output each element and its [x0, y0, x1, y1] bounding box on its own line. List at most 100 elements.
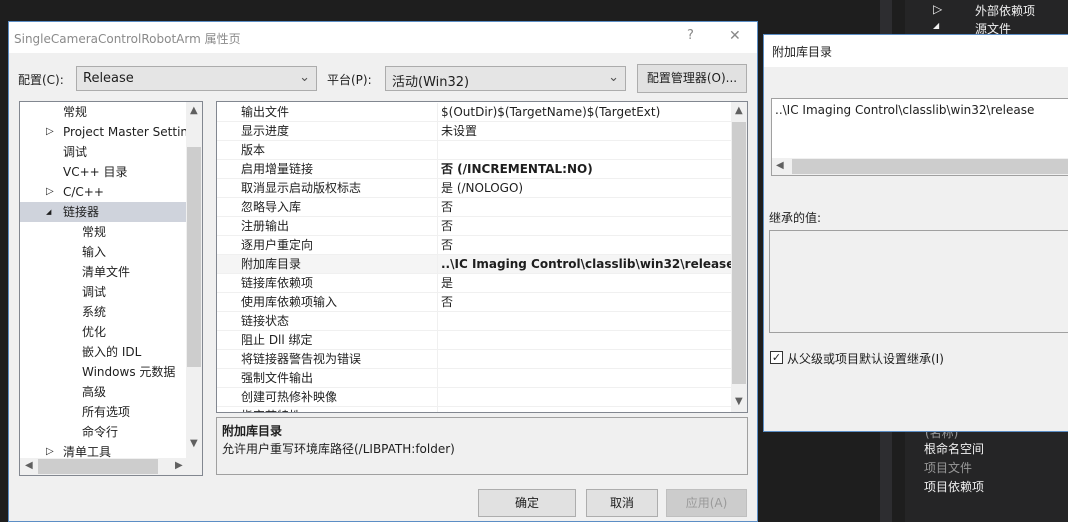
tree-item[interactable]: 常规 — [20, 102, 186, 122]
tree-item[interactable]: 命令行 — [20, 422, 186, 442]
property-project-file[interactable]: 项目文件 — [924, 459, 972, 476]
property-value[interactable]: 是 (/NOLOGO) — [441, 179, 731, 198]
collapse-icon[interactable]: ◢ — [46, 202, 51, 222]
tree-item[interactable]: 输入 — [20, 242, 186, 262]
property-row[interactable]: 版本 — [217, 141, 731, 160]
cancel-button[interactable]: 取消 — [586, 489, 658, 517]
property-row[interactable]: 忽略导入库 否 — [217, 198, 731, 217]
scroll-down-icon[interactable]: ▼ — [735, 396, 743, 407]
ok-button[interactable]: 确定 — [478, 489, 576, 517]
scroll-up-icon[interactable]: ▲ — [190, 105, 198, 116]
tree-item[interactable]: 调试 — [20, 282, 186, 302]
tree-item-label: VC++ 目录 — [63, 165, 128, 179]
tree-item[interactable]: 优化 — [20, 322, 186, 342]
tree-item[interactable]: 系统 — [20, 302, 186, 322]
tree-item[interactable]: 常规 — [20, 222, 186, 242]
property-row[interactable]: 强制文件输出 — [217, 369, 731, 388]
column-divider — [437, 198, 438, 216]
property-value[interactable]: 未设置 — [441, 122, 731, 141]
property-row[interactable]: 创建可热修补映像 — [217, 388, 731, 407]
property-row[interactable]: 输出文件 $(OutDir)$(TargetName)$(TargetExt) — [217, 103, 731, 122]
property-row[interactable]: 阻止 Dll 绑定 — [217, 331, 731, 350]
lib-dirs-textbox[interactable]: ..\IC Imaging Control\classlib\win32\rel… — [771, 98, 1068, 176]
property-name: 附加库目录 — [241, 257, 302, 271]
scroll-thumb[interactable] — [187, 147, 201, 367]
property-name: 启用增量链接 — [241, 162, 314, 176]
property-name: 指定节特性 — [241, 407, 301, 412]
property-root-namespace[interactable]: 根命名空间 — [924, 440, 984, 457]
scroll-down-icon[interactable]: ▼ — [190, 438, 198, 449]
column-divider — [437, 122, 438, 140]
lib-dir-entry[interactable]: ..\IC Imaging Control\classlib\win32\rel… — [775, 103, 1034, 117]
scroll-thumb[interactable] — [792, 159, 1068, 174]
description-text: 允许用户重写环境库路径(/LIBPATH:folder) — [222, 442, 455, 456]
config-select[interactable]: Release ⌄ — [76, 66, 317, 91]
column-divider — [437, 274, 438, 292]
property-row[interactable]: 链接状态 — [217, 312, 731, 331]
grid-vertical-scrollbar[interactable]: ▲ ▼ — [731, 102, 747, 412]
property-row[interactable]: 逐用户重定向 否 — [217, 236, 731, 255]
column-divider — [437, 388, 438, 406]
property-name: 阻止 Dll 绑定 — [241, 333, 313, 347]
solution-item-external-deps[interactable]: 外部依赖项 — [975, 2, 1035, 19]
property-project-deps[interactable]: 项目依赖项 — [924, 478, 984, 495]
tree-item[interactable]: 调试 — [20, 142, 186, 162]
tree-item[interactable]: 嵌入的 IDL — [20, 342, 186, 362]
close-icon[interactable]: ✕ — [729, 28, 741, 44]
tree-item-label: 优化 — [82, 325, 107, 339]
tree-item-label: 调试 — [82, 285, 107, 299]
property-grid[interactable]: 输出文件 $(OutDir)$(TargetName)$(TargetExt) 显示… — [216, 101, 748, 413]
scroll-thumb[interactable] — [732, 122, 746, 384]
property-row[interactable]: 启用增量链接 否 (/INCREMENTAL:NO) — [217, 160, 731, 179]
property-row[interactable]: 将链接器警告视为错误 — [217, 350, 731, 369]
tree-item[interactable]: ▷ C/C++ — [20, 182, 186, 202]
tree-item-label: 所有选项 — [82, 405, 131, 419]
apply-button[interactable]: 应用(A) — [666, 489, 747, 517]
tree-item[interactable]: VC++ 目录 — [20, 162, 186, 182]
category-tree[interactable]: 常规 ▷ Project Master Settin 调试 VC++ 目录 ▷ C/C++ ◢… — [19, 101, 203, 476]
tree-item[interactable]: Windows 元数据 — [20, 362, 186, 382]
column-divider — [437, 179, 438, 197]
scroll-left-icon[interactable]: ◀ — [776, 160, 784, 171]
column-divider — [437, 331, 438, 349]
property-row[interactable]: 链接库依赖项 是 — [217, 274, 731, 293]
help-button[interactable]: ? — [687, 28, 694, 43]
tree-item[interactable]: 清单文件 — [20, 262, 186, 282]
property-value[interactable]: 否 — [441, 293, 731, 312]
tree-item[interactable]: ▷ Project Master Settin — [20, 122, 188, 142]
scroll-thumb[interactable] — [38, 459, 158, 474]
tree-horizontal-scrollbar[interactable]: ◀ ▶ — [20, 458, 202, 475]
inherit-checkbox-label[interactable]: 从父级或项目默认设置继承(I) — [787, 350, 944, 367]
expand-icon[interactable]: ▷ — [46, 122, 54, 142]
tree-item-label: 输入 — [82, 245, 107, 259]
tree-item-label: 系统 — [82, 305, 107, 319]
column-divider — [437, 312, 438, 330]
scroll-left-icon[interactable]: ◀ — [25, 460, 33, 471]
property-row[interactable]: 取消显示启动版权标志 是 (/NOLOGO) — [217, 179, 731, 198]
property-value[interactable]: 否 (/INCREMENTAL:NO) — [441, 160, 731, 179]
chevron-down-icon: ⌄ — [608, 70, 619, 85]
tree-item[interactable]: 所有选项 — [20, 402, 186, 422]
horizontal-scrollbar[interactable]: ◀ — [772, 158, 1068, 175]
property-row[interactable]: 注册输出 否 — [217, 217, 731, 236]
inherit-checkbox[interactable]: ✓ — [770, 351, 783, 364]
property-row[interactable]: 附加库目录 ..\IC Imaging Control\classlib\win3… — [217, 255, 731, 274]
tree-item[interactable]: ◢ 链接器 — [20, 202, 186, 222]
property-value[interactable]: $(OutDir)$(TargetName)$(TargetExt) — [441, 103, 731, 122]
scroll-right-icon[interactable]: ▶ — [175, 460, 183, 471]
property-value[interactable]: 否 — [441, 236, 731, 255]
property-value[interactable]: ..\IC Imaging Control\classlib\win32\rel… — [441, 255, 731, 274]
tree-item[interactable]: 高级 — [20, 382, 186, 402]
property-row[interactable]: 使用库依赖项输入 否 — [217, 293, 731, 312]
property-row[interactable]: 显示进度 未设置 — [217, 122, 731, 141]
property-value[interactable]: 否 — [441, 217, 731, 236]
scroll-up-icon[interactable]: ▲ — [735, 105, 743, 116]
property-value[interactable]: 否 — [441, 198, 731, 217]
property-value[interactable]: 是 — [441, 274, 731, 293]
platform-select[interactable]: 活动(Win32) ⌄ — [385, 66, 626, 91]
tree-vertical-scrollbar[interactable]: ▲ ▼ — [186, 102, 202, 458]
config-manager-button[interactable]: 配置管理器(O)... — [637, 64, 747, 93]
tree-item-label: C/C++ — [63, 185, 104, 199]
property-row[interactable]: 指定节特性 — [217, 407, 731, 412]
expand-icon[interactable]: ▷ — [46, 182, 54, 202]
